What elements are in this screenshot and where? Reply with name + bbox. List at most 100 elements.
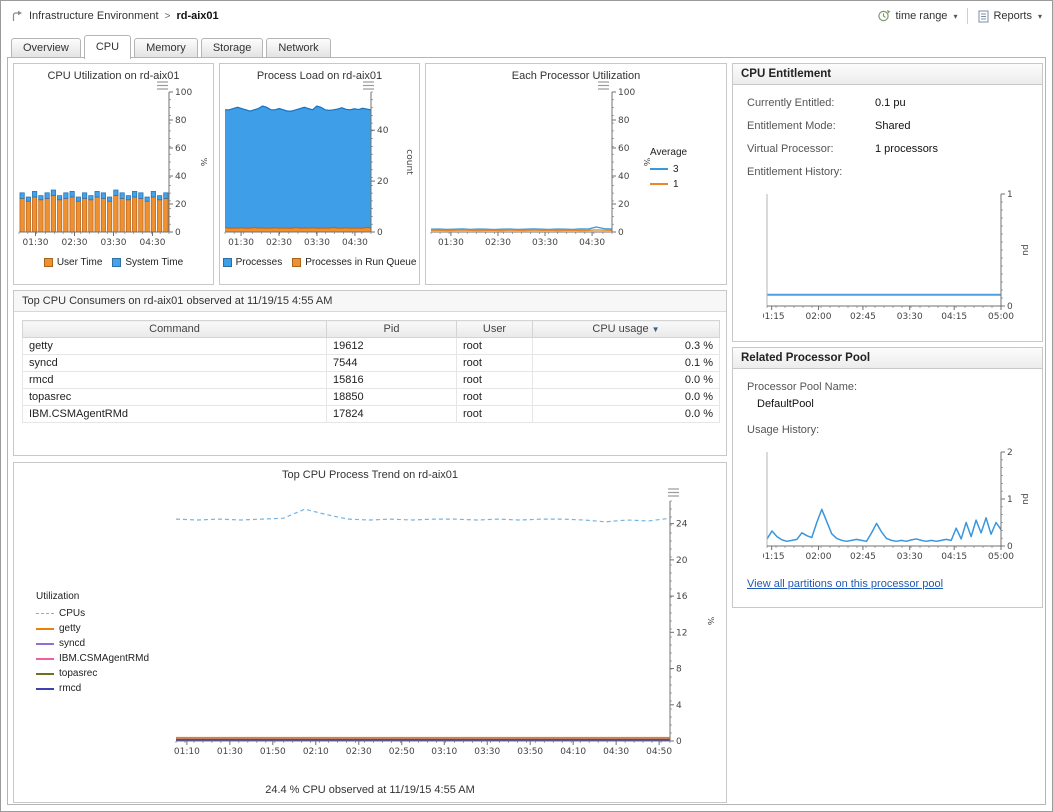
table-cell: root bbox=[457, 355, 533, 372]
svg-text:01:30: 01:30 bbox=[217, 747, 243, 757]
breadcrumb-current: rd-aix01 bbox=[176, 10, 218, 22]
cpu-process-trend-chart[interactable]: 01:1001:3001:5002:1002:3002:5003:1003:30… bbox=[162, 491, 714, 763]
top-cpu-consumers-panel: Top CPU Consumers on rd-aix01 observed a… bbox=[13, 290, 727, 456]
legend-swatch bbox=[650, 168, 668, 170]
tab-cpu[interactable]: CPU bbox=[84, 35, 131, 59]
svg-text:04:50: 04:50 bbox=[646, 747, 672, 757]
field-value: 0.1 pu bbox=[875, 97, 906, 109]
svg-text:02:30: 02:30 bbox=[346, 747, 372, 757]
chart-options-icon[interactable] bbox=[362, 80, 375, 91]
table-cell: syncd bbox=[23, 355, 327, 372]
table-row[interactable]: getty19612root0.3 % bbox=[23, 338, 720, 355]
column-header-user[interactable]: User bbox=[457, 321, 533, 338]
svg-text:1: 1 bbox=[1007, 190, 1013, 200]
report-icon bbox=[978, 10, 989, 23]
legend-swatch bbox=[223, 258, 232, 267]
svg-text:40: 40 bbox=[175, 172, 187, 182]
svg-text:01:15: 01:15 bbox=[763, 552, 785, 562]
table-cell: 0.3 % bbox=[533, 338, 720, 355]
table-row[interactable]: syncd7544root0.1 % bbox=[23, 355, 720, 372]
tab-bar: Overview CPU Memory Storage Network bbox=[11, 35, 331, 59]
tab-storage[interactable]: Storage bbox=[201, 38, 264, 57]
column-header-cpu-usage[interactable]: CPU usage▼ bbox=[533, 321, 720, 338]
chart-caption: 24.4 % CPU observed at 11/19/15 4:55 AM bbox=[14, 784, 726, 796]
svg-text:0: 0 bbox=[175, 228, 181, 238]
table-row[interactable]: IBM.CSMAgentRMd17824root0.0 % bbox=[23, 406, 720, 423]
table-cell: 0.0 % bbox=[533, 406, 720, 423]
legend-label: User Time bbox=[57, 257, 103, 268]
svg-text:2: 2 bbox=[1007, 448, 1013, 458]
toolbar-divider bbox=[967, 8, 968, 24]
legend-swatch bbox=[44, 258, 53, 267]
legend-label: 3 bbox=[673, 164, 679, 175]
column-label: CPU usage bbox=[592, 323, 648, 335]
svg-text:02:30: 02:30 bbox=[62, 238, 88, 248]
related-processor-pool-panel: Related Processor Pool Processor Pool Na… bbox=[732, 347, 1043, 608]
chart-options-icon[interactable] bbox=[597, 80, 610, 91]
tab-label: Memory bbox=[146, 42, 186, 54]
svg-text:12: 12 bbox=[676, 628, 687, 638]
each-processor-chart[interactable]: 01:3002:3003:3004:30020406080100% bbox=[426, 84, 650, 252]
svg-text:03:30: 03:30 bbox=[101, 238, 127, 248]
hierarchy-icon bbox=[11, 10, 23, 22]
tab-overview[interactable]: Overview bbox=[11, 38, 81, 57]
usage-history-chart[interactable]: 01:1502:0002:4503:3004:1505:00012pu bbox=[763, 444, 1029, 566]
entitlement-history-chart[interactable]: 01:1502:0002:4503:3004:1505:0001pu bbox=[763, 186, 1029, 326]
svg-text:04:15: 04:15 bbox=[941, 312, 967, 322]
table-cell: rmcd bbox=[23, 372, 327, 389]
svg-text:1: 1 bbox=[1007, 495, 1013, 505]
topbar-actions: time range ▾ Reports ▾ bbox=[877, 8, 1042, 24]
table-row[interactable]: topasrec18850root0.0 % bbox=[23, 389, 720, 406]
field-value: Shared bbox=[875, 120, 910, 132]
processor-pool-name: DefaultPool bbox=[757, 398, 1028, 410]
svg-text:05:00: 05:00 bbox=[988, 552, 1014, 562]
legend-label: CPUs bbox=[59, 608, 85, 619]
table-cell: 7544 bbox=[327, 355, 457, 372]
consumers-table: Command Pid User CPU usage▼ getty19612ro… bbox=[22, 320, 720, 423]
cpu-utilization-chart[interactable]: 01:3002:3003:3004:30020406080100% bbox=[14, 84, 207, 252]
chart-title: Each Processor Utilization bbox=[426, 64, 726, 84]
field-label: Processor Pool Name: bbox=[747, 381, 875, 393]
svg-text:04:10: 04:10 bbox=[560, 747, 586, 757]
time-range-control[interactable]: time range ▾ bbox=[877, 9, 957, 23]
svg-text:03:30: 03:30 bbox=[897, 312, 923, 322]
tab-network[interactable]: Network bbox=[266, 38, 330, 57]
svg-text:60: 60 bbox=[618, 144, 630, 154]
breadcrumb-link-infrastructure-environment[interactable]: Infrastructure Environment bbox=[29, 10, 159, 22]
svg-text:0: 0 bbox=[377, 228, 383, 238]
cpu-entitlement-panel: CPU Entitlement Currently Entitled:0.1 p… bbox=[732, 63, 1043, 342]
table-cell: IBM.CSMAgentRMd bbox=[23, 406, 327, 423]
table-row[interactable]: rmcd15816root0.0 % bbox=[23, 372, 720, 389]
svg-text:02:30: 02:30 bbox=[266, 238, 292, 248]
process-load-panel: Process Load on rd-aix01 01:3002:3003:30… bbox=[219, 63, 420, 285]
svg-text:01:50: 01:50 bbox=[260, 747, 286, 757]
topbar: Infrastructure Environment > rd-aix01 ti… bbox=[1, 1, 1052, 31]
column-header-pid[interactable]: Pid bbox=[327, 321, 457, 338]
legend-swatch bbox=[36, 628, 54, 630]
svg-text:02:50: 02:50 bbox=[389, 747, 415, 757]
consumers-table-body: getty19612root0.3 %syncd7544root0.1 %rmc… bbox=[23, 338, 720, 423]
cpu-process-trend-panel: Top CPU Process Trend on rd-aix01 Utiliz… bbox=[13, 462, 727, 803]
panel-title: CPU Entitlement bbox=[733, 64, 1042, 85]
breadcrumb: Infrastructure Environment > rd-aix01 bbox=[11, 10, 219, 22]
chart-options-icon[interactable] bbox=[156, 80, 169, 91]
legend-label: Processes bbox=[236, 257, 283, 268]
reports-menu[interactable]: Reports ▾ bbox=[978, 10, 1042, 23]
svg-text:04:15: 04:15 bbox=[941, 552, 967, 562]
view-partitions-link[interactable]: View all partitions on this processor po… bbox=[747, 578, 943, 590]
column-header-command[interactable]: Command bbox=[23, 321, 327, 338]
column-label: User bbox=[483, 323, 506, 335]
table-cell: root bbox=[457, 338, 533, 355]
tab-memory[interactable]: Memory bbox=[134, 38, 198, 57]
process-load-chart[interactable]: 01:3002:3003:3004:3002040count bbox=[220, 84, 413, 252]
panel-title: Related Processor Pool bbox=[733, 348, 1042, 369]
table-cell: 18850 bbox=[327, 389, 457, 406]
field-label: Usage History: bbox=[747, 424, 1028, 436]
svg-text:03:10: 03:10 bbox=[431, 747, 457, 757]
legend-swatch bbox=[292, 258, 301, 267]
field-label: Entitlement Mode: bbox=[747, 120, 875, 132]
table-cell: topasrec bbox=[23, 389, 327, 406]
svg-text:04:30: 04:30 bbox=[603, 747, 629, 757]
table-cell: 15816 bbox=[327, 372, 457, 389]
svg-text:01:30: 01:30 bbox=[23, 238, 49, 248]
